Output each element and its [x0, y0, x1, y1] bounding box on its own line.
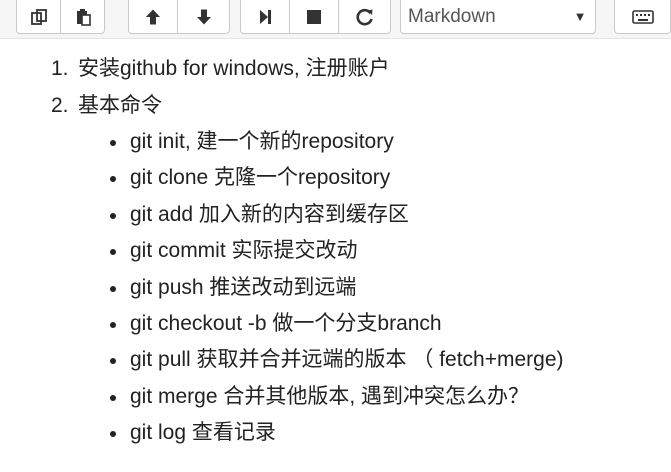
interrupt-kernel-button[interactable]	[289, 0, 339, 34]
steps-list: 1. 安装github for windows, 注册账户 2. 基本命令 gi…	[0, 50, 564, 452]
cell-type-select[interactable]: Markdown ▼	[400, 0, 596, 34]
command-item: git clone 克隆一个repository	[110, 160, 564, 196]
cell-type-value: Markdown	[408, 5, 496, 27]
step-forward-icon	[256, 8, 274, 26]
commands-list: git init, 建一个新的repository git clone 克隆一个…	[78, 124, 564, 452]
command-item: git add 加入新的内容到缓存区	[110, 197, 564, 233]
command-item: git commit 实际提交改动	[110, 233, 564, 269]
move-cell-up-button[interactable]	[128, 0, 178, 34]
list-item-text: 安装github for windows, 注册账户	[78, 57, 390, 80]
copy-icon	[30, 8, 48, 26]
arrow-down-icon	[195, 8, 213, 26]
command-item: git pull 获取并合并远端的版本 （ fetch+merge)	[110, 342, 564, 378]
list-item: 1. 安装github for windows, 注册账户	[51, 50, 564, 87]
command-item: git init, 建一个新的repository	[110, 124, 564, 160]
run-cell-button[interactable]	[240, 0, 290, 34]
command-item: git merge 合并其他版本, 遇到冲突怎么办？	[110, 379, 564, 415]
keyboard-icon	[631, 9, 654, 25]
restart-icon	[355, 7, 375, 27]
command-item: git push 推送改动到远端	[110, 270, 564, 306]
list-item-text: 基本命令	[78, 94, 162, 117]
command-palette-button[interactable]	[614, 0, 671, 34]
list-number: 2.	[51, 94, 69, 117]
stop-icon	[305, 8, 323, 26]
command-item: git log 查看记录	[110, 415, 564, 451]
copy-cell-button[interactable]	[16, 0, 61, 34]
notebook-toolbar: Markdown ▼	[0, 0, 671, 39]
list-number: 1.	[51, 57, 69, 80]
paste-icon	[74, 8, 92, 26]
markdown-cell-output: 1. 安装github for windows, 注册账户 2. 基本命令 gi…	[0, 38, 671, 472]
chevron-down-icon: ▼	[573, 9, 587, 24]
list-item: 2. 基本命令 git init, 建一个新的repository git cl…	[51, 87, 564, 452]
restart-kernel-button[interactable]	[338, 0, 391, 34]
command-item: git checkout -b 做一个分支branch	[110, 306, 564, 342]
paste-cell-button[interactable]	[60, 0, 105, 34]
arrow-up-icon	[144, 8, 162, 26]
move-cell-down-button[interactable]	[177, 0, 230, 34]
